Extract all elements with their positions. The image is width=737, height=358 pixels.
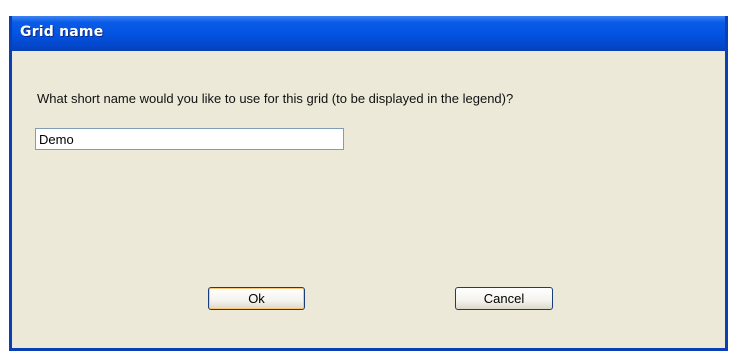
title-bar-left-edge — [9, 16, 12, 51]
grid-name-input[interactable] — [35, 128, 344, 150]
dialog-window: Grid name What short name would you like… — [0, 0, 737, 358]
dialog-body: What short name would you like to use fo… — [9, 51, 728, 351]
title-bar[interactable]: Grid name — [9, 16, 728, 51]
title-bar-right-edge — [725, 16, 728, 51]
ok-button[interactable]: Ok — [208, 287, 305, 310]
window-title: Grid name — [20, 24, 104, 40]
cancel-button[interactable]: Cancel — [455, 287, 553, 310]
prompt-label: What short name would you like to use fo… — [37, 91, 514, 106]
